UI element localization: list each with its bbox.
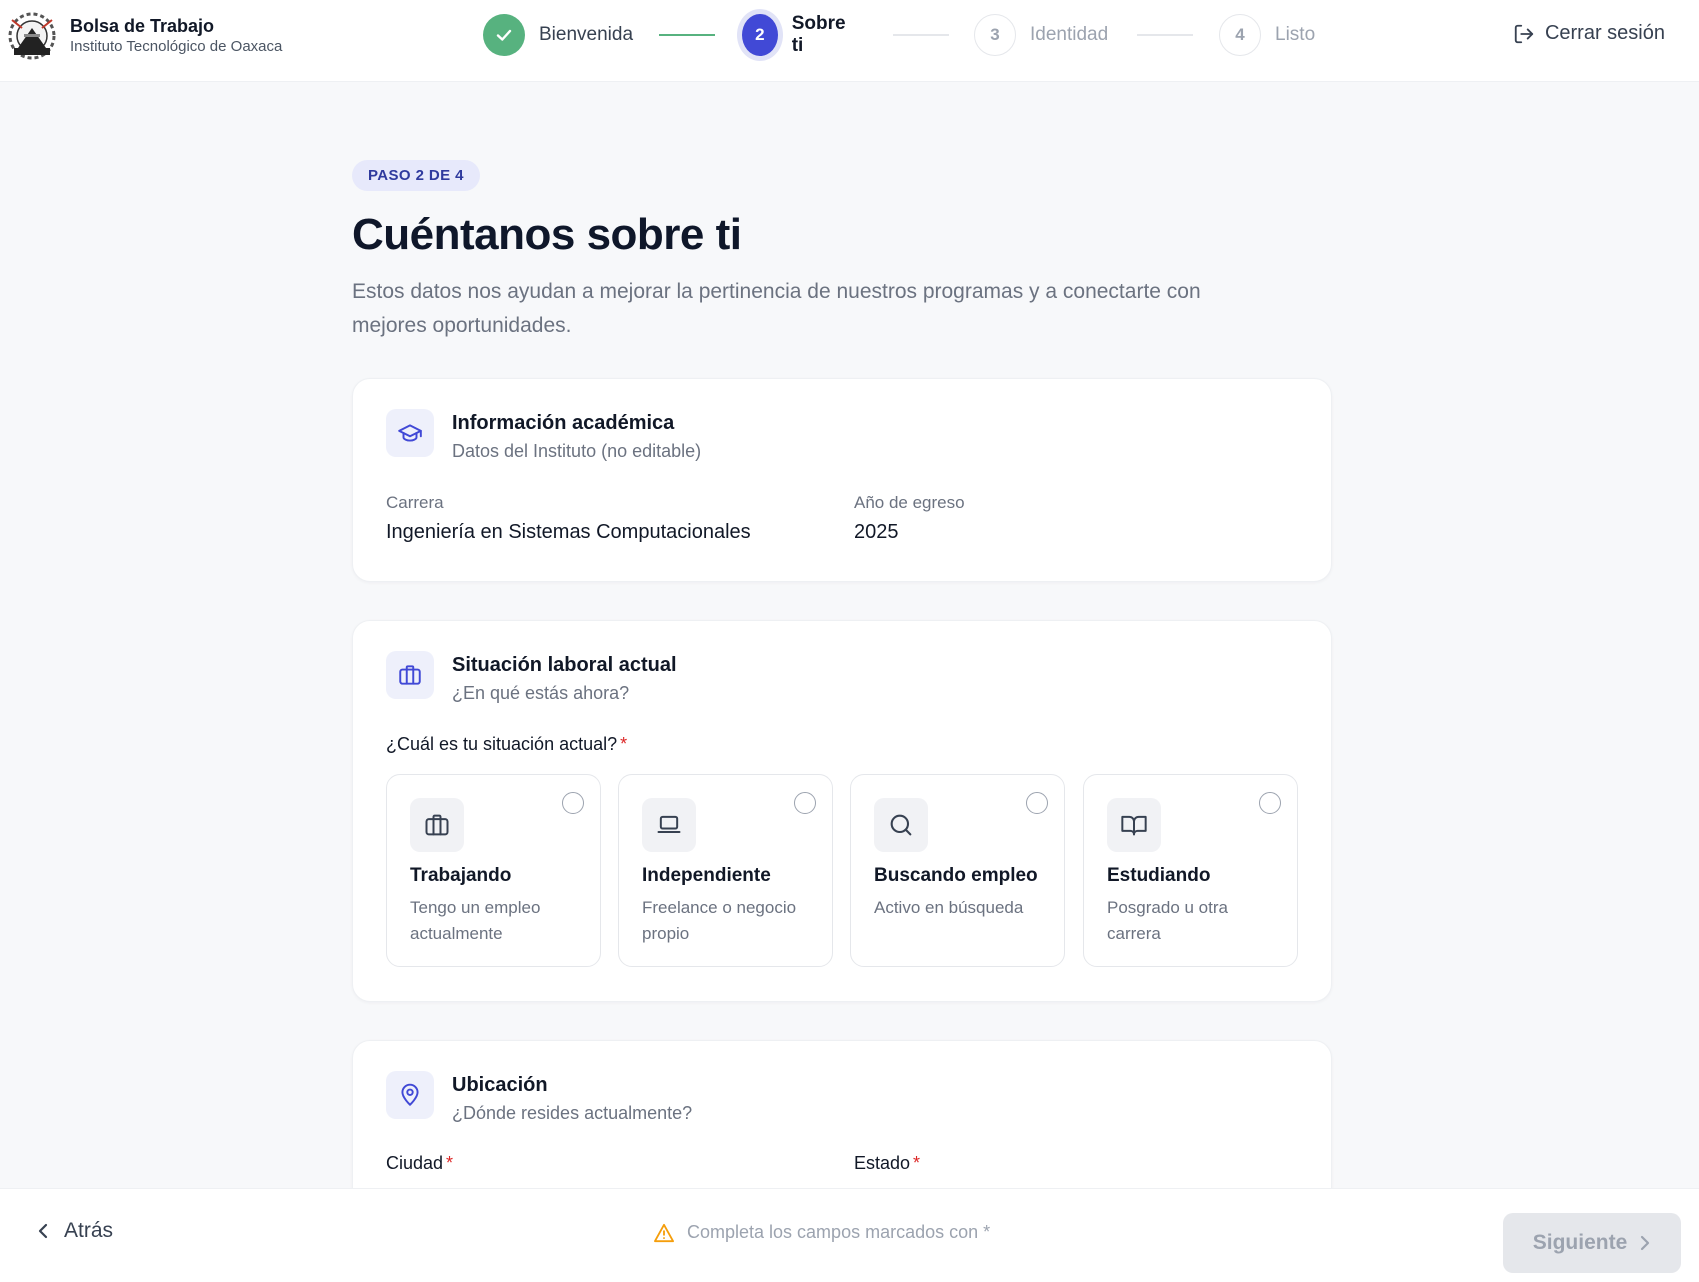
option-title: Trabajando <box>410 865 512 886</box>
back-label: Atrás <box>64 1219 114 1242</box>
step-bienvenida[interactable]: Bienvenida <box>483 12 633 58</box>
step-sobre-ti[interactable]: 2 Sobre ti <box>742 12 852 58</box>
career-value: Ingeniería en Sistemas Computacionales <box>386 521 751 543</box>
card-title: Ubicación <box>452 1074 548 1096</box>
back-button[interactable]: Atrás <box>36 1219 113 1243</box>
year-label: Año de egreso <box>854 493 965 512</box>
card-subtitle: Datos del Instituto (no editable) <box>452 441 702 461</box>
required-fields-hint: Completa los campos marcados con * <box>653 1222 990 1243</box>
option-title: Buscando empleo <box>874 865 1038 886</box>
step-connector <box>893 34 949 36</box>
card-title: Situación laboral actual <box>452 654 677 676</box>
next-button[interactable]: Siguiente <box>1503 1213 1681 1273</box>
step-label: Sobre ti <box>791 13 846 56</box>
step-number: 3 <box>974 14 1016 56</box>
card-icon-box <box>386 1071 434 1119</box>
radio-button[interactable] <box>562 792 584 814</box>
map-pin-icon <box>401 1083 419 1106</box>
career-field: Carrera Ingeniería en Sistemas Computaci… <box>386 493 751 544</box>
year-value: 2025 <box>854 521 899 543</box>
step-number: 2 <box>742 14 778 56</box>
graduation-cap-icon <box>398 424 422 442</box>
step-connector <box>1137 34 1193 36</box>
employment-status-card: Situación laboral actual ¿En qué estás a… <box>352 620 1332 1002</box>
logout-label: Cerrar sesión <box>1544 22 1665 44</box>
chevron-left-icon <box>38 1223 48 1239</box>
city-label: Ciudad <box>386 1153 444 1173</box>
option-trabajando[interactable]: Trabajando Tengo un empleo actualmente <box>386 774 601 967</box>
step-connector <box>659 34 715 36</box>
logout-icon <box>1514 24 1534 43</box>
step-label: Listo <box>1275 24 1316 45</box>
brand[interactable]: Bolsa de Trabajo Instituto Tecnológico d… <box>4 8 282 64</box>
brand-title: Bolsa de Trabajo <box>70 16 215 36</box>
academic-info-card: Información académica Datos del Institut… <box>352 378 1332 582</box>
radio-button[interactable] <box>1026 792 1048 814</box>
option-title: Estudiando <box>1107 865 1211 886</box>
question-text: ¿Cuál es tu situación actual? <box>386 734 618 754</box>
chevron-right-icon <box>1641 1235 1650 1251</box>
step-listo[interactable]: 4 Listo <box>1219 12 1315 58</box>
logout-button[interactable]: Cerrar sesión <box>1513 22 1665 45</box>
required-mark: * <box>446 1153 454 1173</box>
page-title: Cuéntanos sobre ti <box>352 210 742 259</box>
option-independiente[interactable]: Independiente Freelance o negocio propio <box>618 774 833 967</box>
situation-question: ¿Cuál es tu situación actual? * <box>386 734 627 755</box>
hint-text: Completa los campos marcados con * <box>687 1222 991 1242</box>
top-bar: Bolsa de Trabajo Instituto Tecnológico d… <box>0 0 1699 82</box>
search-icon <box>890 814 912 836</box>
career-label: Carrera <box>386 493 444 512</box>
check-icon <box>496 29 512 41</box>
briefcase-icon <box>399 665 421 685</box>
state-label: Estado <box>854 1153 911 1173</box>
page-description: Estos datos nos ayudan a mejorar la pert… <box>352 280 1201 337</box>
step-badge: PASO 2 DE 4 <box>352 160 480 191</box>
next-label: Siguiente <box>1532 1231 1628 1254</box>
option-description: Freelance o negocio propio <box>642 898 797 943</box>
card-subtitle: ¿En qué estás ahora? <box>452 683 630 703</box>
card-icon-box <box>386 651 434 699</box>
graduation-year-field: Año de egreso 2025 <box>854 493 965 544</box>
required-mark: * <box>913 1153 921 1173</box>
option-buscando-empleo[interactable]: Buscando empleo Activo en búsqueda <box>850 774 1065 967</box>
step-number: 4 <box>1219 14 1261 56</box>
onboarding-content: PASO 2 DE 4 Cuéntanos sobre ti Estos dat… <box>352 160 1332 1240</box>
card-subtitle: ¿Dónde resides actualmente? <box>452 1103 693 1123</box>
radio-button[interactable] <box>1259 792 1281 814</box>
card-title: Información académica <box>452 412 675 434</box>
bottom-action-bar: Atrás Completa los campos marcados con *… <box>0 1188 1699 1282</box>
radio-button[interactable] <box>794 792 816 814</box>
brand-subtitle: Instituto Tecnológico de Oaxaca <box>70 38 283 55</box>
step-label: Bienvenida <box>539 24 634 45</box>
city-field-label: Ciudad * <box>386 1153 453 1174</box>
warning-icon <box>654 1223 674 1242</box>
briefcase-icon <box>425 814 449 836</box>
required-mark: * <box>620 734 628 754</box>
step-done-circle <box>483 14 525 56</box>
option-description: Tengo un empleo actualmente <box>410 898 541 943</box>
card-icon-box <box>386 409 434 457</box>
option-description: Posgrado u otra carrera <box>1107 898 1228 943</box>
step-label: Identidad <box>1030 24 1109 45</box>
option-estudiando[interactable]: Estudiando Posgrado u otra carrera <box>1083 774 1298 967</box>
option-description: Activo en búsqueda <box>874 898 1024 917</box>
state-field-label: Estado * <box>854 1153 920 1174</box>
option-title: Independiente <box>642 865 771 886</box>
book-icon <box>1121 815 1147 836</box>
step-identidad[interactable]: 3 Identidad <box>974 12 1108 58</box>
laptop-icon <box>657 815 681 833</box>
institute-logo <box>8 12 56 60</box>
